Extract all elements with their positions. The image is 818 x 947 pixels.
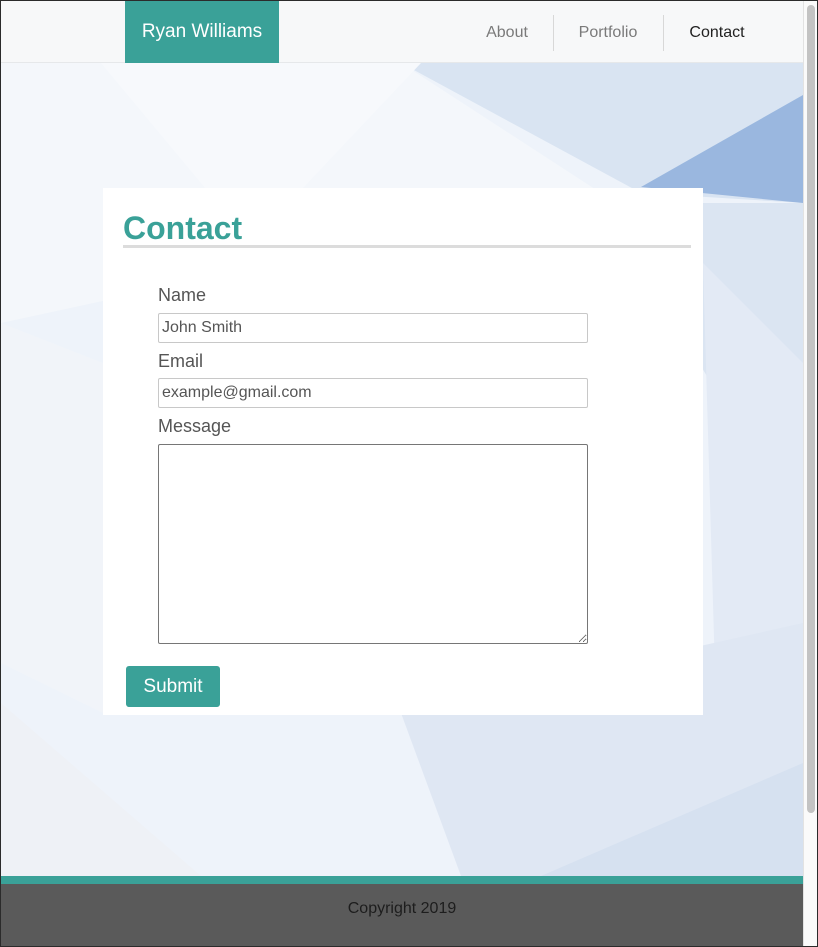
- contact-card: Contact Name Email Message Submit: [103, 188, 703, 715]
- email-input[interactable]: [158, 378, 588, 408]
- footer: Copyright 2019: [1, 884, 803, 946]
- navbar: Ryan Williams About Portfolio Contact: [1, 1, 803, 63]
- name-input[interactable]: [158, 313, 588, 343]
- nav-divider: [553, 15, 554, 51]
- email-label: Email: [158, 351, 204, 371]
- nav-link-portfolio[interactable]: Portfolio: [563, 1, 653, 63]
- page-title: Contact: [123, 210, 243, 246]
- message-label: Message: [158, 416, 232, 436]
- brand-logo[interactable]: Ryan Williams: [125, 1, 279, 63]
- nav-link-about[interactable]: About: [471, 1, 543, 63]
- vertical-scrollbar[interactable]: [803, 1, 817, 946]
- name-label: Name: [158, 285, 207, 305]
- page: Ryan Williams About Portfolio Contact Co…: [1, 1, 803, 946]
- title-divider: [123, 245, 691, 248]
- scrollbar-thumb[interactable]: [807, 5, 815, 813]
- message-textarea[interactable]: [158, 444, 588, 644]
- nav-divider: [663, 15, 664, 51]
- copyright-text: Copyright 2019: [347, 900, 457, 917]
- submit-button[interactable]: Submit: [126, 666, 220, 707]
- nav-link-contact[interactable]: Contact: [677, 1, 757, 63]
- footer-accent-stripe: [1, 876, 803, 884]
- browser-viewport: Ryan Williams About Portfolio Contact Co…: [0, 0, 818, 947]
